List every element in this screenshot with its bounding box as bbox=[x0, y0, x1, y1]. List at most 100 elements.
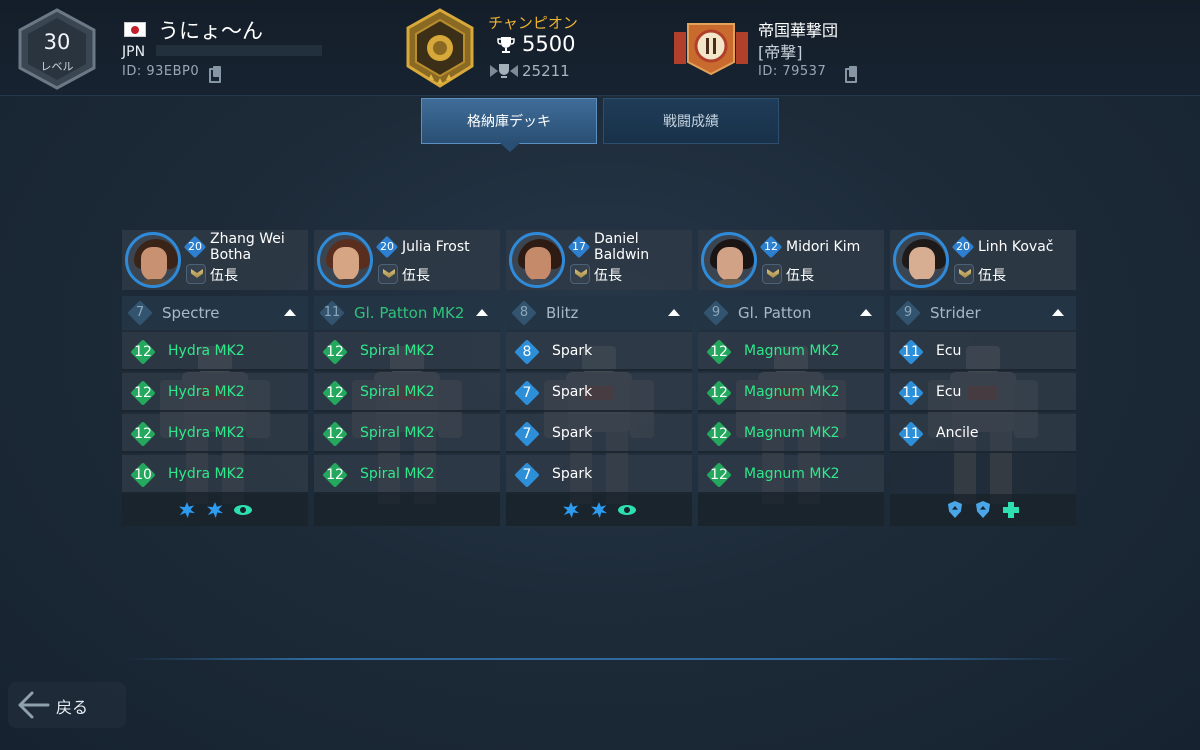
weapon-row[interactable]: 12 Hydra MK2 bbox=[122, 332, 308, 371]
robot-level: 8 bbox=[519, 305, 529, 320]
player-level: 30 bbox=[43, 30, 71, 54]
robot-name: Gl. Patton MK2 bbox=[354, 304, 465, 322]
module-shield-icon[interactable] bbox=[945, 500, 965, 520]
weapon-row[interactable]: 12 Spiral MK2 bbox=[314, 414, 500, 453]
weapon-row[interactable]: 11 Ecu bbox=[890, 373, 1076, 412]
weapon-level: 12 bbox=[710, 426, 728, 442]
weapon-row[interactable]: 11 Ancile bbox=[890, 414, 1076, 453]
chevron-up-icon[interactable] bbox=[1052, 309, 1064, 316]
weapon-level-badge: 12 bbox=[706, 462, 732, 488]
pilot-card[interactable]: 20 Zhang Wei Botha 伍長 bbox=[122, 230, 308, 290]
back-button[interactable]: 戻る bbox=[8, 682, 126, 728]
weapon-name: Magnum MK2 bbox=[744, 466, 840, 482]
robot-name: Blitz bbox=[546, 304, 579, 322]
pilot-avatar bbox=[317, 232, 373, 288]
pilot-card[interactable]: 20 Linh Kovač 伍長 bbox=[890, 230, 1076, 290]
module-plus-icon[interactable] bbox=[1001, 500, 1021, 520]
robot-header[interactable]: 7 Spectre bbox=[122, 296, 308, 330]
chevron-up-icon[interactable] bbox=[860, 309, 872, 316]
trophy-count: 5500 bbox=[522, 32, 576, 56]
global-rank: 25211 bbox=[522, 62, 570, 80]
weapon-name: Magnum MK2 bbox=[744, 425, 840, 441]
weapon-level-badge: 12 bbox=[322, 462, 348, 488]
weapon-level: 12 bbox=[326, 467, 344, 483]
robot-header[interactable]: 8 Blitz bbox=[506, 296, 692, 330]
weapon-level-badge: 12 bbox=[706, 421, 732, 447]
pilot-name-line2: Botha bbox=[210, 247, 252, 263]
robot-panel[interactable]: 8 Blitz 8 Spark 7 Spark 7 Spark 7 Spark bbox=[506, 296, 692, 526]
clan-emblem-icon[interactable] bbox=[672, 18, 750, 78]
weapon-row[interactable]: 11 Ecu bbox=[890, 332, 1076, 371]
weapon-row[interactable]: 8 Spark bbox=[506, 332, 692, 371]
robot-header[interactable]: 11 Gl. Patton MK2 bbox=[314, 296, 500, 330]
weapon-row[interactable]: 12 Magnum MK2 bbox=[698, 414, 884, 453]
weapon-name: Spiral MK2 bbox=[360, 466, 435, 482]
weapon-level-badge: 12 bbox=[130, 339, 156, 365]
pilot-card[interactable]: 12 Midori Kim 伍長 bbox=[698, 230, 884, 290]
avatar-face bbox=[909, 247, 935, 281]
robot-level-badge: 9 bbox=[703, 300, 729, 326]
weapon-level-badge: 8 bbox=[514, 339, 540, 365]
robot-panel[interactable]: 7 Spectre 12 Hydra MK2 12 Hydra MK2 12 Hydra MK… bbox=[122, 296, 308, 526]
weapon-level: 8 bbox=[522, 344, 532, 360]
weapon-name: Spiral MK2 bbox=[360, 384, 435, 400]
weapon-row[interactable]: 10 Hydra MK2 bbox=[122, 455, 308, 494]
copy-clan-id-icon[interactable] bbox=[845, 66, 857, 83]
robot-name: Strider bbox=[930, 304, 981, 322]
pilot-avatar bbox=[701, 232, 757, 288]
robot-header[interactable]: 9 Gl. Patton bbox=[698, 296, 884, 330]
weapon-row[interactable]: 12 Spiral MK2 bbox=[314, 373, 500, 412]
chevron-up-icon[interactable] bbox=[476, 309, 488, 316]
tab-battle-stats[interactable]: 戦闘成績 bbox=[603, 98, 779, 144]
divider bbox=[122, 658, 1078, 660]
module-eye-icon[interactable] bbox=[233, 500, 253, 520]
robot-header[interactable]: 9 Strider bbox=[890, 296, 1076, 330]
weapon-level-badge: 12 bbox=[322, 380, 348, 406]
robot-panel[interactable]: 9 Strider 11 Ecu 11 Ecu 11 Ancile bbox=[890, 296, 1076, 526]
pilot-level: 20 bbox=[380, 240, 394, 253]
module-burst-icon[interactable] bbox=[177, 500, 197, 520]
weapon-level: 12 bbox=[134, 426, 152, 442]
weapon-row[interactable]: 12 Spiral MK2 bbox=[314, 455, 500, 494]
weapon-level: 7 bbox=[522, 385, 532, 401]
weapon-level-badge: 12 bbox=[706, 339, 732, 365]
weapon-row[interactable]: 12 Hydra MK2 bbox=[122, 373, 308, 412]
module-bar bbox=[314, 494, 500, 526]
pilot-level-badge: 20 bbox=[375, 235, 399, 259]
weapon-level: 12 bbox=[134, 385, 152, 401]
weapon-row[interactable]: 7 Spark bbox=[506, 373, 692, 412]
weapon-name: Ecu bbox=[936, 384, 962, 400]
weapon-row[interactable]: 12 Magnum MK2 bbox=[698, 332, 884, 371]
weapon-row[interactable]: 12 Magnum MK2 bbox=[698, 455, 884, 494]
module-shield-icon[interactable] bbox=[973, 500, 993, 520]
weapon-row[interactable]: 7 Spark bbox=[506, 414, 692, 453]
module-burst-icon[interactable] bbox=[589, 500, 609, 520]
weapon-level: 7 bbox=[522, 426, 532, 442]
weapon-row[interactable]: 7 Spark bbox=[506, 455, 692, 494]
weapon-level: 11 bbox=[902, 344, 920, 360]
weapon-name: Spark bbox=[552, 425, 593, 441]
pilot-avatar bbox=[893, 232, 949, 288]
rank-chevron-icon bbox=[762, 264, 782, 284]
weapon-level-badge: 12 bbox=[130, 380, 156, 406]
avatar-face bbox=[333, 247, 359, 281]
weapon-row[interactable]: 12 Spiral MK2 bbox=[314, 332, 500, 371]
module-burst-icon[interactable] bbox=[205, 500, 225, 520]
module-eye-icon[interactable] bbox=[617, 500, 637, 520]
weapon-row[interactable]: 12 Hydra MK2 bbox=[122, 414, 308, 453]
pilot-card[interactable]: 20 Julia Frost 伍長 bbox=[314, 230, 500, 290]
tab-hangar-deck[interactable]: 格納庫デッキ bbox=[421, 98, 597, 152]
robot-panel[interactable]: 11 Gl. Patton MK2 12 Spiral MK2 12 Spiral MK2… bbox=[314, 296, 500, 526]
avatar-face bbox=[525, 247, 551, 281]
clan-tag: [帝撃] bbox=[758, 43, 803, 62]
chevron-up-icon[interactable] bbox=[284, 309, 296, 316]
copy-id-icon[interactable] bbox=[209, 66, 221, 83]
pilot-name: Daniel bbox=[594, 231, 639, 247]
robot-panel[interactable]: 9 Gl. Patton 12 Magnum MK2 12 Magnum MK2 12 Mag… bbox=[698, 296, 884, 526]
league-title: チャンピオン bbox=[488, 14, 578, 32]
pilot-card[interactable]: 17 Daniel Baldwin 伍長 bbox=[506, 230, 692, 290]
chevron-up-icon[interactable] bbox=[668, 309, 680, 316]
module-bar bbox=[698, 494, 884, 526]
weapon-row[interactable]: 12 Magnum MK2 bbox=[698, 373, 884, 412]
module-burst-icon[interactable] bbox=[561, 500, 581, 520]
